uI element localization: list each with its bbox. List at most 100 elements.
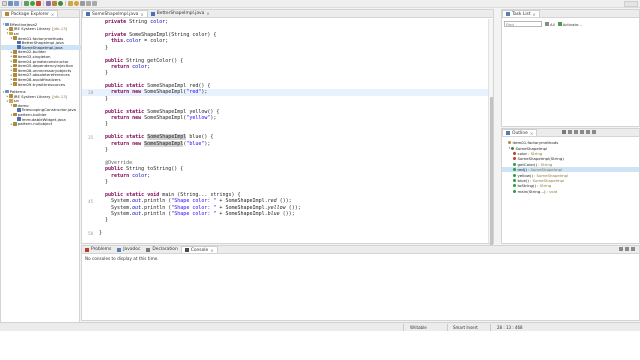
tab-task-list[interactable]: Task List × <box>502 10 540 17</box>
outline-item-label: red() <box>517 167 527 173</box>
save-all-icon[interactable] <box>14 1 19 6</box>
tab-problems[interactable]: Problems <box>82 246 114 253</box>
code-text: System.out.println ("Shape color: " + So… <box>99 204 301 211</box>
hide-static-icon[interactable] <box>574 130 578 134</box>
view-menu-icon[interactable] <box>592 130 596 134</box>
editor-area: SomeShapeImpl.java × BetterShapeImpl.java ×… <box>81 9 494 247</box>
tree-item-suffix: [jdk-13] <box>52 26 68 32</box>
outline-tabbar: Outline × <box>502 129 639 137</box>
console-toolbar <box>619 247 635 251</box>
annotation-next-icon[interactable] <box>80 1 85 6</box>
source-folder-icon <box>9 99 13 103</box>
console-tab-label: Console <box>190 247 209 253</box>
outline-item[interactable]: main(String...): void <box>502 189 639 194</box>
outline-item-label: SomeShapeImpl <box>515 145 548 151</box>
package-icon <box>13 121 17 126</box>
console-tab-label: Declaration <box>152 247 178 252</box>
close-icon[interactable]: × <box>140 12 143 17</box>
library-icon <box>9 27 13 31</box>
code-text: public String getColor() { <box>105 57 184 64</box>
editor-tab-label: BetterShapeImpl.java <box>156 11 205 16</box>
toolbar-separator <box>21 1 22 6</box>
task-activate-link[interactable]: Activate... <box>557 22 582 27</box>
package-explorer-tab-label: Package Explorer <box>11 11 49 17</box>
editor-vertical-scrollbar[interactable] <box>488 19 493 247</box>
package-icon <box>13 50 17 54</box>
tree-item[interactable]: ▸ pattern.nullobject <box>1 121 81 126</box>
filter-icon <box>545 22 549 26</box>
package-explorer-icon <box>5 12 9 16</box>
line-number: 35 <box>88 134 93 140</box>
tab-outline[interactable]: Outline × <box>502 129 538 136</box>
declaration-icon <box>146 247 151 252</box>
task-filter-all-label: All <box>550 21 555 27</box>
code-line[interactable]: 50} <box>82 230 493 236</box>
tab-console[interactable]: Console × <box>180 246 218 253</box>
project-icon <box>5 89 9 94</box>
scrollbar-thumb[interactable] <box>490 97 493 247</box>
new-java-project-icon[interactable] <box>46 1 51 6</box>
close-icon[interactable]: × <box>530 131 533 136</box>
class-icon <box>511 146 514 150</box>
editor-tab-label: SomeShapeImpl.java <box>92 11 139 17</box>
save-icon[interactable] <box>8 1 13 6</box>
close-icon[interactable]: × <box>206 11 209 16</box>
run-icon[interactable] <box>30 1 35 6</box>
outline-item-type: : String <box>528 150 543 156</box>
code-text: } <box>99 217 109 224</box>
new-package-icon[interactable] <box>52 1 57 6</box>
hide-non-public-icon[interactable] <box>580 130 584 134</box>
status-separator <box>490 324 491 331</box>
search-icon[interactable] <box>74 1 79 6</box>
task-filter-all[interactable]: All <box>545 22 555 27</box>
sort-icon[interactable] <box>562 130 566 134</box>
static-method-icon <box>513 178 516 182</box>
editor-tab[interactable]: SomeShapeImpl.java × <box>82 10 148 17</box>
external-tools-icon[interactable] <box>36 1 41 6</box>
outline-item-type: : SomeShapeImpl <box>533 172 569 178</box>
eclipse-window: Package Explorer × ▾ EffectiveJava2 ▸ JRE S… <box>0 0 640 331</box>
status-bar: Writable Smart Insert 28 : 13 : 468 <box>0 322 640 331</box>
code-text: } <box>99 178 109 185</box>
display-console-icon[interactable] <box>625 247 629 251</box>
package-icon <box>13 77 17 82</box>
editor-tab[interactable]: BetterShapeImpl.java × <box>148 10 213 17</box>
public-method-icon <box>513 184 516 188</box>
code-text: } <box>99 147 109 153</box>
pin-console-icon[interactable] <box>619 247 623 251</box>
code-editor[interactable]: private String color; private SomeShapeI… <box>82 19 493 243</box>
outline-item-label: toString() <box>517 183 537 189</box>
code-text: System.out.println ("Shape color: " + So… <box>99 198 292 205</box>
open-type-icon[interactable] <box>68 1 73 6</box>
console-area: Problems Javadoc Declaration Console × No co… <box>81 245 640 321</box>
project-icon <box>5 22 9 27</box>
tab-declaration[interactable]: Declaration <box>143 246 180 253</box>
forward-icon[interactable] <box>92 1 97 6</box>
perspective-switcher[interactable] <box>624 1 638 7</box>
open-console-icon[interactable] <box>631 247 635 251</box>
tab-package-explorer[interactable]: Package Explorer × <box>1 10 59 17</box>
tab-javadoc[interactable]: Javadoc <box>114 246 143 253</box>
task-find-input[interactable] <box>504 21 542 27</box>
code-text: public static SomeShapeImpl red() { <box>105 83 211 90</box>
new-icon[interactable] <box>2 1 7 6</box>
package-icon <box>13 59 17 63</box>
hide-fields-icon[interactable] <box>568 130 572 134</box>
code-text: this.color = color; <box>111 38 169 45</box>
library-icon <box>9 94 13 98</box>
new-class-icon[interactable] <box>58 1 63 6</box>
code-text: public String toString() { <box>105 166 184 173</box>
package-icon <box>13 63 17 68</box>
console-tab-label: Problems <box>91 247 112 252</box>
outline-item-label: SomeShapeImpl(String) <box>517 156 564 162</box>
close-icon[interactable]: × <box>533 12 536 17</box>
focus-icon[interactable] <box>586 130 590 134</box>
package-icon <box>13 68 17 73</box>
back-icon[interactable] <box>86 1 91 6</box>
public-method-icon <box>513 162 516 166</box>
close-icon[interactable]: × <box>210 248 213 253</box>
close-icon[interactable]: × <box>51 12 54 17</box>
package-explorer-tree: ▾ EffectiveJava2 ▸ JRE System Library [jdk-1… <box>1 22 81 126</box>
debug-icon[interactable] <box>24 1 29 6</box>
status-writable: Writable <box>410 325 427 330</box>
